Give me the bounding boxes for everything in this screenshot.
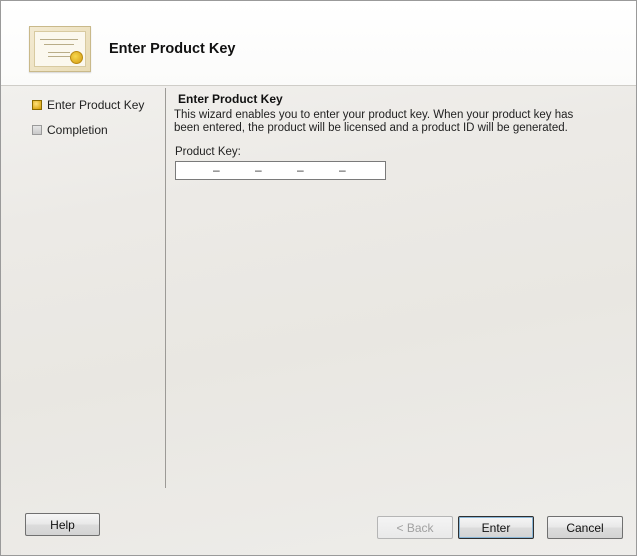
nav-step-label: Completion bbox=[47, 123, 108, 137]
key-separator: – bbox=[297, 163, 304, 177]
product-key-label: Product Key: bbox=[175, 146, 241, 158]
product-key-input[interactable] bbox=[175, 161, 386, 180]
wizard-step-nav bbox=[1, 86, 166, 489]
key-separator: – bbox=[339, 163, 346, 177]
nav-step-completion[interactable]: Completion bbox=[32, 123, 108, 137]
wizard-description: This wizard enables you to enter your pr… bbox=[174, 109, 574, 134]
key-separator: – bbox=[213, 163, 220, 177]
nav-step-enter-product-key[interactable]: Enter Product Key bbox=[32, 98, 144, 112]
current-step-icon bbox=[32, 100, 42, 110]
back-button[interactable]: < Back bbox=[377, 516, 453, 539]
help-button[interactable]: Help bbox=[25, 513, 100, 536]
key-separator: – bbox=[255, 163, 262, 177]
section-title: Enter Product Key bbox=[178, 92, 283, 106]
certificate-icon bbox=[29, 26, 91, 72]
page-title: Enter Product Key bbox=[109, 41, 236, 57]
nav-step-label: Enter Product Key bbox=[47, 98, 145, 112]
wizard-header: Enter Product Key bbox=[1, 1, 636, 86]
product-key-wizard-window: Enter Product Key Enter Product Key Comp… bbox=[0, 0, 637, 556]
enter-button[interactable]: Enter bbox=[458, 516, 534, 539]
nav-divider bbox=[165, 88, 166, 488]
seal-icon bbox=[70, 51, 83, 64]
cancel-button[interactable]: Cancel bbox=[547, 516, 623, 539]
pending-step-icon bbox=[32, 125, 42, 135]
